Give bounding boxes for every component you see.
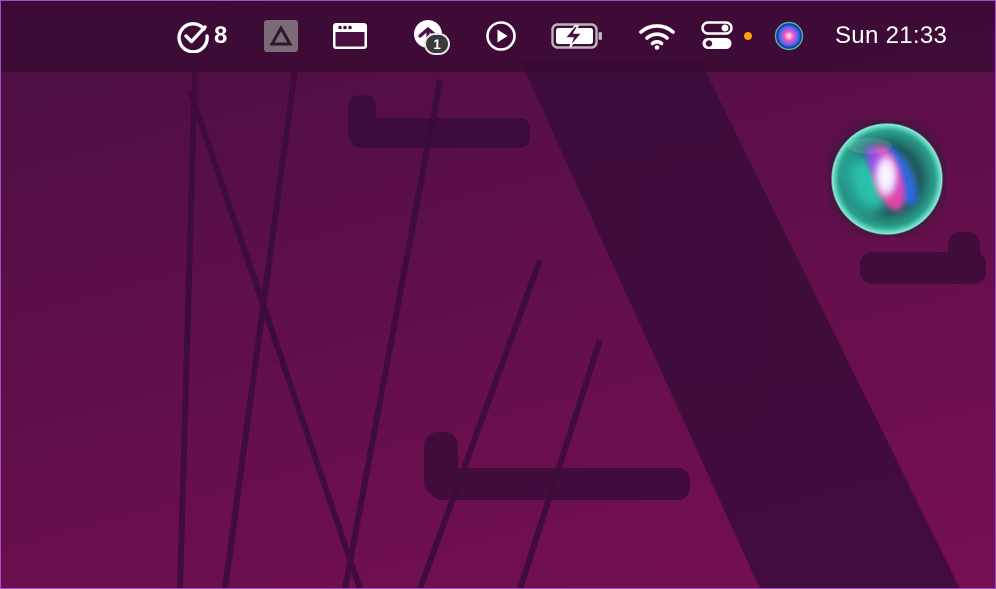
siri-menu[interactable] — [774, 0, 804, 72]
battery-charging-icon — [551, 23, 602, 49]
play-icon — [486, 21, 516, 51]
drive-icon — [264, 20, 298, 52]
tasks-count: 8 — [214, 22, 228, 49]
control-center-icon — [701, 21, 733, 49]
menu-bar: 8 1 Sun 21:33 — [0, 0, 996, 72]
menubar-clock[interactable]: Sun 21:33 — [835, 0, 947, 72]
control-center-menu[interactable] — [701, 0, 733, 72]
privacy-indicator-dot — [744, 32, 752, 40]
drive-menu[interactable] — [264, 0, 298, 72]
siri-icon — [774, 21, 804, 51]
battery-menu[interactable] — [551, 0, 603, 72]
siri-orb[interactable] — [828, 120, 946, 238]
desktop-wallpaper — [177, 60, 986, 589]
checkmark-circle-icon — [177, 22, 209, 53]
tasks-menu[interactable]: 8 — [176, 0, 227, 72]
window-menu[interactable] — [333, 0, 367, 72]
wifi-menu[interactable] — [639, 0, 675, 72]
wifi-icon — [639, 24, 675, 50]
window-icon — [333, 23, 367, 49]
upload-badge: 1 — [424, 33, 450, 55]
play-menu[interactable] — [485, 0, 517, 72]
clock-text: Sun 21:33 — [835, 22, 948, 49]
